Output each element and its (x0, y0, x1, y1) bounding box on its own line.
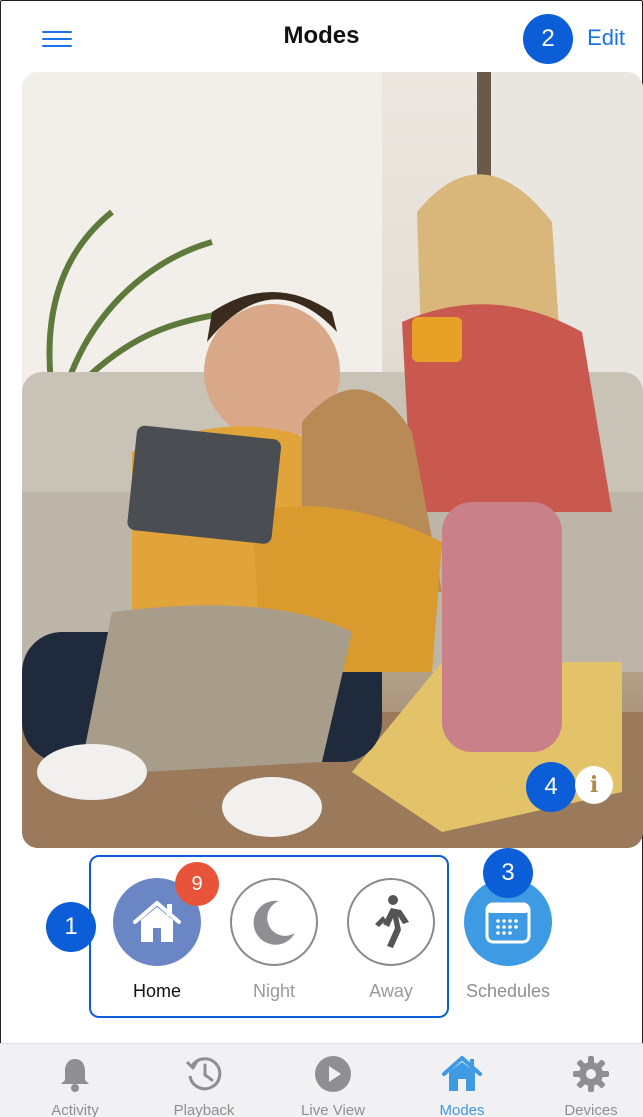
home-mode-label: Home (132, 981, 181, 1001)
walking-person-icon (375, 895, 409, 948)
bottom-tab-bar: Activity Playback Live View Modes Device… (0, 1043, 643, 1117)
tab-playback[interactable]: Playback (140, 1044, 268, 1117)
calendar-icon (485, 902, 531, 944)
tab-playback-label: Playback (173, 1102, 235, 1117)
home-mode-badge: 9 (175, 862, 219, 906)
callout-marker-2: 2 (523, 14, 573, 64)
tab-modes-label: Modes (439, 1102, 485, 1117)
callout-marker-3: 3 (483, 848, 533, 898)
bell-icon (61, 1059, 89, 1092)
gear-icon (573, 1056, 609, 1092)
tab-devices[interactable]: Devices (527, 1044, 643, 1117)
camera-image (22, 72, 643, 848)
tab-modes[interactable]: Modes (398, 1044, 526, 1117)
callout-marker-4: 4 (526, 762, 576, 812)
callout-marker-1: 1 (46, 902, 96, 952)
tab-live-view[interactable]: Live View (269, 1044, 397, 1117)
tab-activity[interactable]: Activity (11, 1044, 139, 1117)
away-mode-label: Away (369, 981, 413, 1001)
tab-devices-label: Devices (564, 1102, 618, 1117)
home-icon (442, 1056, 482, 1091)
away-mode-button[interactable] (347, 878, 435, 966)
play-icon (315, 1056, 351, 1092)
moon-icon (253, 900, 295, 945)
home-icon (133, 901, 181, 942)
info-icon[interactable]: i (575, 766, 613, 804)
history-clock-icon (185, 1057, 222, 1091)
night-mode-label: Night (252, 981, 296, 1001)
tab-activity-label: Activity (51, 1102, 99, 1117)
tab-live-view-label: Live View (301, 1102, 365, 1117)
night-mode-button[interactable] (230, 878, 318, 966)
schedules-label: Schedules (465, 981, 551, 1001)
edit-button[interactable]: Edit (587, 25, 625, 51)
